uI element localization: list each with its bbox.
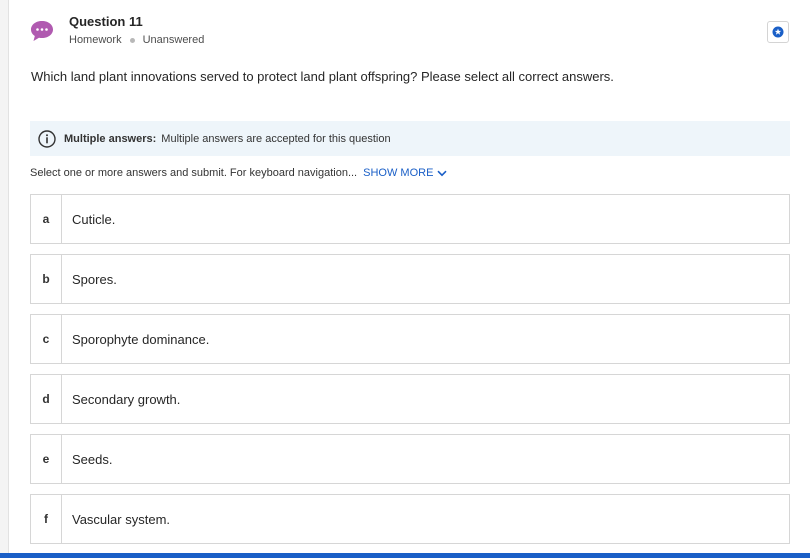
bookmark-button[interactable] bbox=[767, 21, 789, 43]
instructions-text: Select one or more answers and submit. F… bbox=[30, 167, 358, 179]
bottom-accent-bar bbox=[0, 553, 810, 558]
option-letter: f bbox=[31, 495, 62, 543]
question-type: Homework bbox=[69, 34, 122, 46]
info-label: Multiple answers: bbox=[64, 132, 157, 145]
chevron-down-icon bbox=[437, 170, 447, 176]
question-status: Unanswered bbox=[142, 34, 205, 46]
option-text: Cuticle. bbox=[72, 211, 116, 227]
info-text: Multiple answers are accepted for this q… bbox=[161, 132, 391, 145]
option-letter: e bbox=[31, 435, 62, 483]
answer-option-e[interactable]: e Seeds. bbox=[30, 434, 790, 484]
question-title: Question 11 bbox=[69, 14, 143, 29]
question-card: Question 11 Homework Unanswered Which la… bbox=[8, 0, 810, 558]
answer-option-a[interactable]: a Cuticle. bbox=[30, 194, 790, 244]
option-text: Spores. bbox=[72, 271, 117, 287]
option-text: Sporophyte dominance. bbox=[72, 331, 210, 347]
show-more-link[interactable]: SHOW MORE bbox=[363, 167, 447, 179]
option-text: Secondary growth. bbox=[72, 391, 181, 407]
answer-option-d[interactable]: d Secondary growth. bbox=[30, 374, 790, 424]
option-letter: c bbox=[31, 315, 62, 363]
answer-option-c[interactable]: c Sporophyte dominance. bbox=[30, 314, 790, 364]
question-meta: Homework Unanswered bbox=[69, 34, 204, 46]
option-letter: d bbox=[31, 375, 62, 423]
option-text: Seeds. bbox=[72, 451, 113, 467]
question-prompt: Which land plant innovations served to p… bbox=[31, 69, 614, 84]
answer-option-f[interactable]: f Vascular system. bbox=[30, 494, 790, 544]
chat-bubble-icon bbox=[31, 21, 53, 41]
option-letter: a bbox=[31, 195, 62, 243]
multiple-answers-info: Multiple answers: Multiple answers are a… bbox=[30, 121, 790, 156]
option-text: Vascular system. bbox=[72, 511, 171, 527]
star-badge-icon bbox=[772, 26, 784, 38]
answer-option-b[interactable]: b Spores. bbox=[30, 254, 790, 304]
info-icon bbox=[38, 129, 56, 148]
separator-dot bbox=[129, 37, 135, 43]
instructions: Select one or more answers and submit. F… bbox=[30, 167, 447, 179]
show-more-label: SHOW MORE bbox=[363, 167, 434, 179]
option-letter: b bbox=[31, 255, 62, 303]
